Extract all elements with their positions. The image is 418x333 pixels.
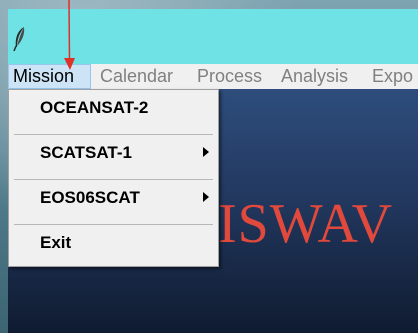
menu-process[interactable]: Process [193,64,266,89]
feather-icon [13,27,25,52]
menu-item-label: OCEANSAT-2 [40,98,149,117]
menu-item-label: SCATSAT-1 [40,143,132,162]
menu-bar: Mission Calendar Process Analysis Expo [8,64,418,89]
brand-title: ISWAV [218,193,394,255]
menu-item-label: Exit [40,233,72,252]
menu-calendar[interactable]: Calendar [96,64,177,89]
menu-item-oceansat-2[interactable]: OCEANSAT-2 [9,90,218,125]
menu-mission[interactable]: Mission [8,64,91,89]
chevron-right-icon [203,147,209,157]
title-bar [8,9,418,64]
mission-dropdown-menu: OCEANSAT-2 SCATSAT-1 EOS06SCAT Exit [8,89,219,267]
menu-item-scatsat-1[interactable]: SCATSAT-1 [9,135,218,170]
menu-export[interactable]: Expo [368,64,417,89]
menu-item-exit[interactable]: Exit [9,225,218,260]
menu-item-eos06scat[interactable]: EOS06SCAT [9,180,218,215]
menu-item-label: EOS06SCAT [40,188,140,207]
chevron-right-icon [203,192,209,202]
app-window: Mission Calendar Process Analysis Expo I… [8,9,418,333]
menu-analysis[interactable]: Analysis [277,64,352,89]
